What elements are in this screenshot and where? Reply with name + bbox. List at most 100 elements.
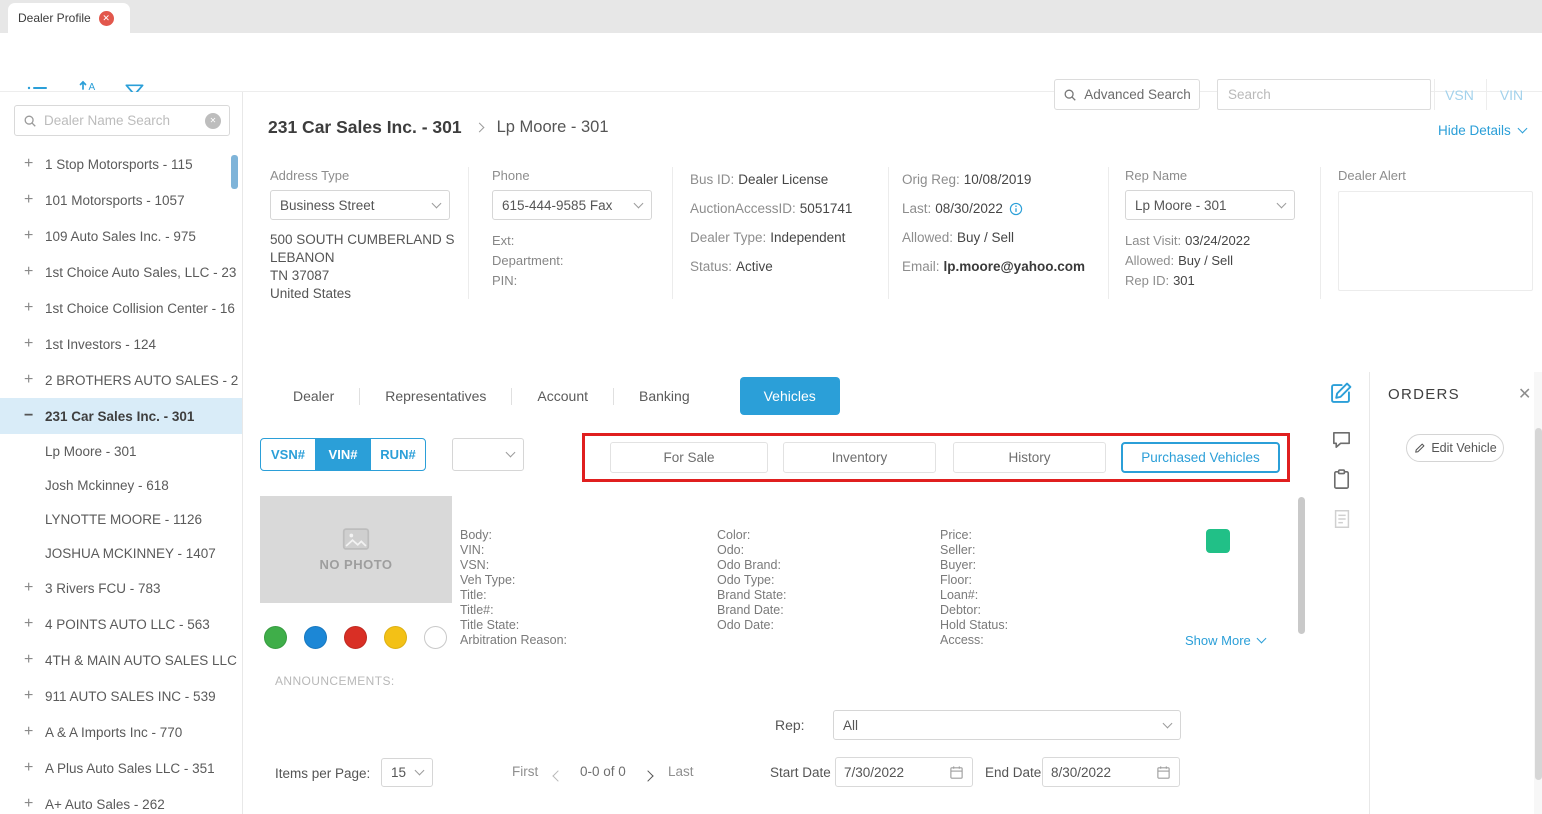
rep-name-value: Lp Moore - 301: [1135, 198, 1227, 213]
dealer-name-search-box[interactable]: [14, 105, 230, 136]
sidebar-item[interactable]: A Plus Auto Sales LLC - 351: [0, 750, 243, 786]
end-date-field[interactable]: [1042, 757, 1180, 787]
expand-plus-icon[interactable]: [24, 227, 45, 245]
expand-plus-icon[interactable]: [24, 371, 45, 389]
expand-plus-icon[interactable]: [24, 687, 45, 705]
chat-icon[interactable]: [1330, 428, 1353, 454]
calendar-icon[interactable]: [1156, 765, 1171, 780]
sidebar-item-selected[interactable]: 231 Car Sales Inc. - 301: [0, 398, 243, 434]
vsn-button[interactable]: VSN: [1434, 79, 1484, 110]
sidebar-item-label: 1 Stop Motorsports - 115: [45, 157, 193, 172]
last-visit-field: Last Visit:03/24/2022: [1125, 231, 1295, 251]
field-label: Body:: [460, 528, 567, 543]
field-label: Odo Brand:: [717, 558, 787, 573]
sidebar-rep-item[interactable]: LYNOTTE MOORE - 1126: [0, 502, 243, 536]
expand-plus-icon[interactable]: [24, 191, 45, 209]
vin-button[interactable]: VIN: [1486, 79, 1536, 110]
expand-plus-icon[interactable]: [24, 579, 45, 597]
breadcrumb-dealer[interactable]: 231 Car Sales Inc. - 301: [268, 117, 462, 138]
status-dot-red[interactable]: [344, 626, 367, 649]
close-icon[interactable]: [99, 11, 114, 26]
expand-plus-icon[interactable]: [24, 263, 45, 281]
purchased-vehicles-button-active[interactable]: Purchased Vehicles: [1121, 442, 1280, 473]
sidebar-item-label: 3 Rivers FCU - 783: [45, 581, 161, 596]
tab-vehicles-active[interactable]: Vehicles: [740, 377, 840, 415]
tab-representatives[interactable]: Representatives: [360, 388, 511, 404]
status-dot-blue[interactable]: [304, 626, 327, 649]
tab-dealer[interactable]: Dealer: [268, 388, 359, 404]
chevron-left-icon[interactable]: [554, 768, 562, 783]
sidebar-rep-item[interactable]: JOSHUA MCKINNEY - 1407: [0, 536, 243, 570]
orders-scrollbar-thumb[interactable]: [1535, 428, 1542, 780]
sidebar-item[interactable]: 1st Choice Collision Center - 16: [0, 290, 243, 326]
content-scrollbar-thumb[interactable]: [1298, 497, 1305, 634]
clipboard-icon[interactable]: [1330, 468, 1353, 494]
run-number-button[interactable]: RUN#: [370, 438, 426, 471]
sidebar-item[interactable]: 4 POINTS AUTO LLC - 563: [0, 606, 243, 642]
calendar-icon[interactable]: [949, 765, 964, 780]
tab-banking[interactable]: Banking: [614, 388, 715, 404]
status-dot-white[interactable]: [424, 626, 447, 649]
sidebar-rep-item[interactable]: Lp Moore - 301: [0, 434, 243, 468]
tab-account[interactable]: Account: [512, 388, 613, 404]
for-sale-button[interactable]: For Sale: [610, 442, 768, 473]
document-icon[interactable]: [1331, 508, 1353, 533]
close-icon[interactable]: [1518, 384, 1531, 404]
breadcrumb-rep[interactable]: Lp Moore - 301: [497, 118, 609, 137]
edit-vehicle-label: Edit Vehicle: [1431, 441, 1496, 455]
edit-vehicle-button[interactable]: Edit Vehicle: [1406, 434, 1504, 462]
expand-plus-icon[interactable]: [24, 759, 45, 777]
sidebar-item[interactable]: 2 BROTHERS AUTO SALES - 2: [0, 362, 243, 398]
sidebar-item[interactable]: 4TH & MAIN AUTO SALES LLC: [0, 642, 243, 678]
sidebar-item[interactable]: 911 AUTO SALES INC - 539: [0, 678, 243, 714]
search-input[interactable]: [1217, 79, 1431, 110]
expand-plus-icon[interactable]: [24, 651, 45, 669]
sidebar-item[interactable]: 1st Investors - 124: [0, 326, 243, 362]
sidebar-item[interactable]: 109 Auto Sales Inc. - 975: [0, 218, 243, 254]
status-dot-yellow[interactable]: [384, 626, 407, 649]
expand-plus-icon[interactable]: [24, 155, 45, 173]
rep-filter-select[interactable]: All: [833, 710, 1181, 740]
start-date-input[interactable]: [844, 765, 928, 780]
inventory-button[interactable]: Inventory: [783, 442, 936, 473]
sidebar-item[interactable]: A & A Imports Inc - 770: [0, 714, 243, 750]
collapse-minus-icon[interactable]: [24, 407, 45, 425]
hide-details-link[interactable]: Hide Details: [1438, 123, 1526, 138]
rep-name-select[interactable]: Lp Moore - 301: [1125, 190, 1295, 220]
sidebar-item[interactable]: 1 Stop Motorsports - 115: [0, 146, 243, 182]
address-type-select[interactable]: Business Street: [270, 190, 450, 220]
expand-plus-icon[interactable]: [24, 615, 45, 633]
advanced-search-button[interactable]: Advanced Search: [1054, 79, 1200, 110]
end-date-input[interactable]: [1051, 765, 1135, 780]
expand-plus-icon[interactable]: [24, 795, 45, 813]
sidebar-rep-item[interactable]: Josh Mckinney - 618: [0, 468, 243, 502]
vin-number-button-active[interactable]: VIN#: [315, 438, 371, 471]
edit-icon[interactable]: [1327, 380, 1354, 410]
expand-plus-icon[interactable]: [24, 723, 45, 741]
history-button[interactable]: History: [953, 442, 1106, 473]
sidebar-item[interactable]: 101 Motorsports - 1057: [0, 182, 243, 218]
expand-plus-icon[interactable]: [24, 335, 45, 353]
dealer-alert-box[interactable]: [1338, 191, 1533, 291]
sidebar-item[interactable]: 1st Choice Auto Sales, LLC - 23: [0, 254, 243, 290]
pagination-first[interactable]: First: [512, 764, 538, 779]
items-per-page-select[interactable]: 15: [381, 758, 433, 787]
expand-plus-icon[interactable]: [24, 299, 45, 317]
address-type-label: Address Type: [270, 168, 450, 183]
chevron-right-icon[interactable]: [644, 768, 652, 783]
clear-search-icon[interactable]: [205, 113, 221, 129]
status-dot-green[interactable]: [264, 626, 287, 649]
browser-tab-dealer-profile[interactable]: Dealer Profile: [8, 3, 130, 33]
vehicle-lookup-select[interactable]: [452, 438, 524, 471]
phone-extra-lines: Ext: Department: PIN:: [492, 231, 652, 291]
sidebar-item[interactable]: 3 Rivers FCU - 783: [0, 570, 243, 606]
vsn-number-button[interactable]: VSN#: [260, 438, 316, 471]
phone-select[interactable]: 615-444-9585 Fax: [492, 190, 652, 220]
pagination-last[interactable]: Last: [668, 764, 694, 779]
dealer-name-search-input[interactable]: [44, 113, 198, 128]
sidebar-item[interactable]: A+ Auto Sales - 262: [0, 786, 243, 814]
show-more-link[interactable]: Show More: [1185, 633, 1265, 648]
sidebar-item-label: Josh Mckinney - 618: [45, 478, 169, 493]
info-icon[interactable]: [1009, 202, 1023, 216]
start-date-field[interactable]: [835, 757, 973, 787]
